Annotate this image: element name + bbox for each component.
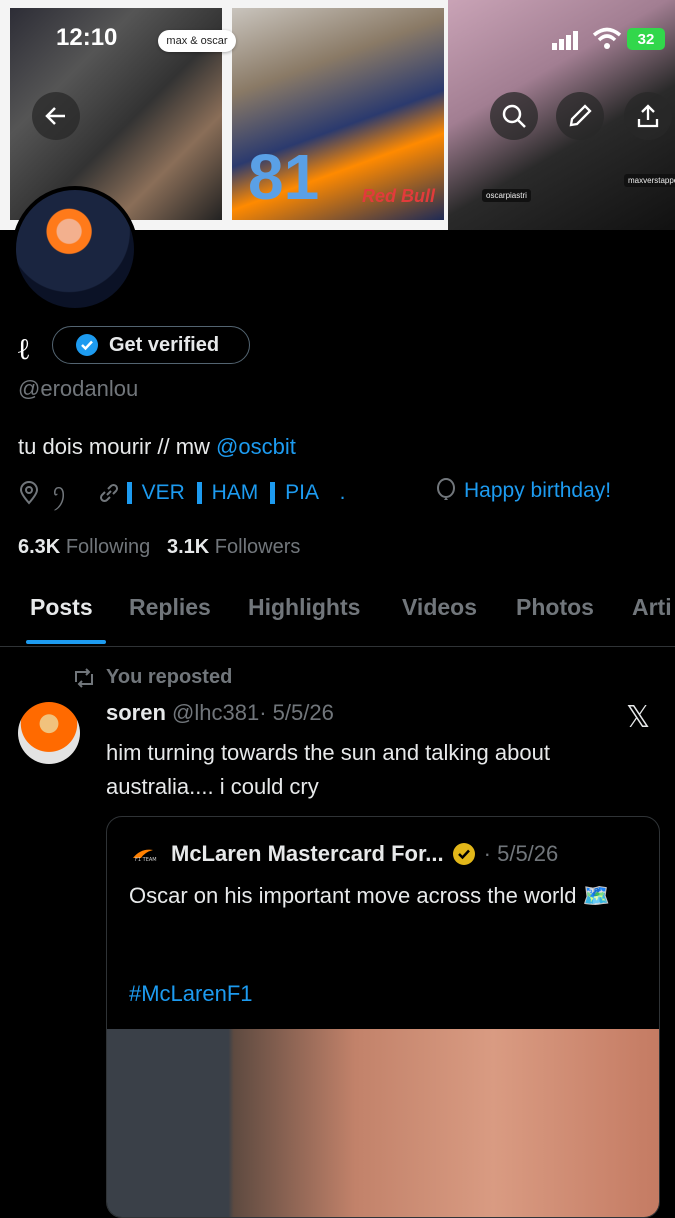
location-text: ꪆ (52, 481, 67, 501)
followers-link[interactable]: 3.1K Followers (167, 536, 300, 558)
tab-replies[interactable]: Replies (129, 594, 211, 621)
repost-label: You reposted (106, 666, 233, 688)
tab-articles[interactable]: Arti (632, 594, 672, 621)
author-name: soren (106, 700, 166, 725)
photo-tag: oscarpiastri (482, 189, 531, 202)
status-time: 12:10 (56, 24, 118, 51)
battery-indicator: 32 (627, 28, 665, 50)
tab-posts[interactable]: Posts (30, 594, 93, 621)
avatar[interactable] (18, 702, 80, 764)
search-button[interactable] (490, 92, 538, 140)
quote-header: F1 TEAM McLaren Mastercard For... · 5/5/… (131, 841, 558, 867)
profile-link[interactable]: VER HAM PIA . (121, 481, 346, 505)
share-icon (637, 104, 659, 128)
verified-gold-icon (452, 843, 475, 865)
quote-author-name: McLaren Mastercard For... (171, 841, 444, 866)
link-icon (99, 483, 118, 503)
quote-tweet[interactable]: F1 TEAM McLaren Mastercard For... · 5/5/… (106, 816, 660, 1218)
wifi-icon (592, 27, 622, 49)
pencil-icon (569, 104, 592, 127)
active-tab-indicator (26, 640, 106, 644)
quote-date: · 5/5/26 (483, 841, 559, 866)
follow-stats: 6.3K Following 3.1K Followers (18, 536, 300, 559)
following-link[interactable]: 6.3K Following (18, 536, 150, 558)
balloon-icon (437, 478, 455, 500)
edit-button[interactable] (556, 92, 604, 140)
profile-handle: @erodanlou (18, 376, 139, 401)
author-handle: @lhc381 (172, 700, 260, 725)
signal-icon (552, 31, 578, 50)
arrow-left-icon (45, 107, 65, 125)
get-verified-button[interactable]: Get verified (52, 326, 250, 364)
tab-photos[interactable]: Photos (516, 594, 594, 621)
birthday-text: Happy birthday! (464, 479, 612, 502)
tab-highlights[interactable]: Highlights (248, 594, 360, 621)
back-button[interactable] (32, 92, 80, 140)
status-bar: 12:10 32 (0, 0, 675, 78)
search-icon (502, 104, 526, 128)
sponsor-text: Red Bull (362, 186, 436, 206)
quote-text: Oscar on his important move across the w… (129, 883, 611, 908)
profile-bio: tu dois mourir // mw @oscbit (18, 434, 296, 460)
post-author[interactable]: soren @lhc381· 5/5/26 (106, 700, 334, 726)
profile-tabs: Posts Replies Highlights Videos Photos A… (0, 590, 675, 647)
avatar[interactable] (12, 186, 138, 312)
post-date: · 5/5/26 (259, 700, 334, 725)
repost-indicator: You reposted (72, 666, 232, 689)
photo-tag: maxverstappen (624, 174, 675, 187)
verified-badge-icon (76, 334, 98, 356)
bio-mention-link[interactable]: @oscbit (216, 434, 296, 459)
bio-text: tu dois mourir // mw (18, 434, 217, 459)
location-icon (19, 481, 39, 505)
get-verified-label: Get verified (109, 333, 220, 356)
tab-videos[interactable]: Videos (402, 594, 477, 621)
car-number: 81 (248, 141, 320, 213)
x-logo-icon: 𝕏 (626, 701, 651, 734)
birthday-link[interactable]: Happy birthday! (436, 478, 611, 504)
quote-media-image[interactable] (107, 1029, 659, 1217)
mclaren-logo-icon: F1 TEAM (133, 849, 157, 862)
repost-icon (75, 667, 93, 688)
profile-meta: ꪆ VER HAM PIA . (18, 478, 346, 508)
profile-logo: ℓ (18, 332, 30, 367)
post-text: him turning towards the sun and talking … (106, 740, 550, 799)
share-button[interactable] (624, 92, 672, 140)
quote-hashtag[interactable]: #McLarenF1 (129, 981, 253, 1007)
svg-text:F1 TEAM: F1 TEAM (135, 857, 157, 862)
